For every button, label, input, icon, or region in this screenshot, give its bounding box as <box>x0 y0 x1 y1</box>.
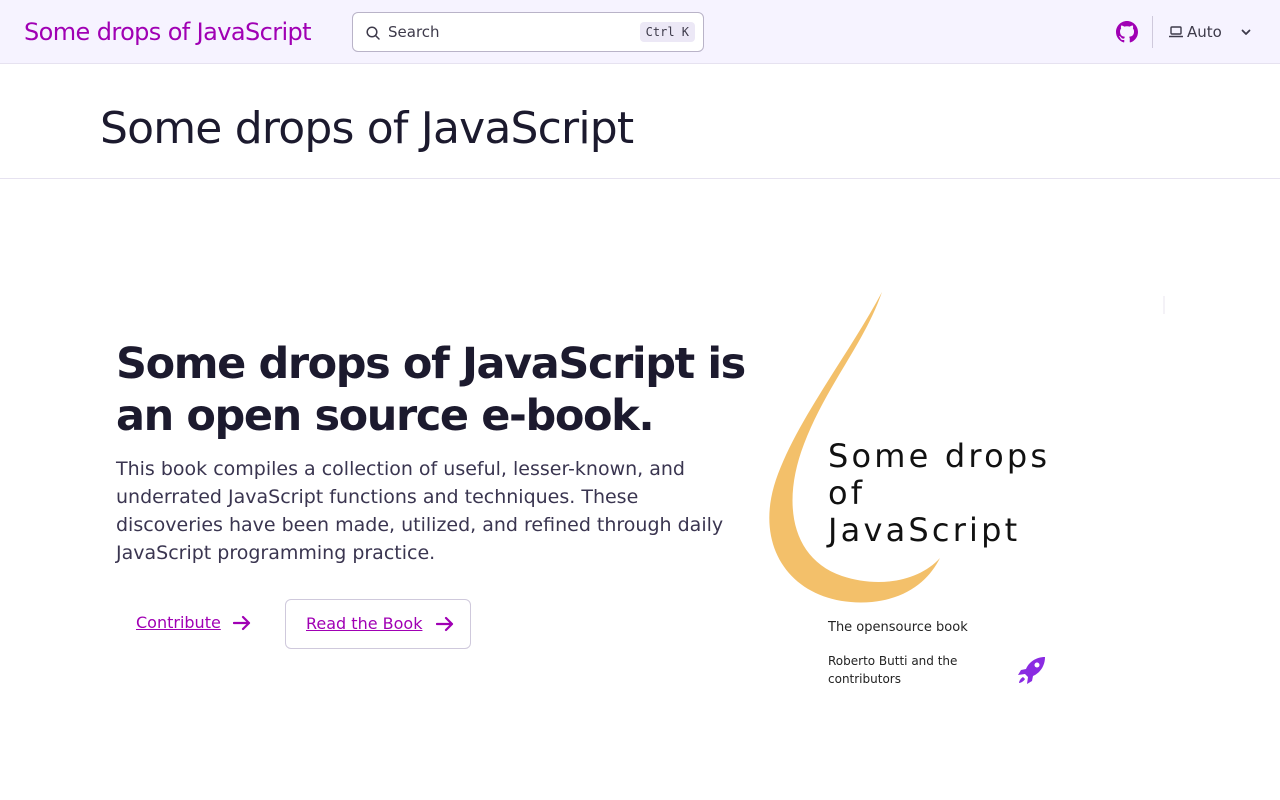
search-icon <box>366 26 380 40</box>
top-navbar: Some drops of JavaScript Search Ctrl K A… <box>0 0 1280 64</box>
contribute-button[interactable]: Contribute <box>116 599 272 649</box>
page-title: Some drops of JavaScript <box>100 103 634 154</box>
arrow-right-icon <box>436 616 454 632</box>
site-title-link[interactable]: Some drops of JavaScript <box>24 14 312 50</box>
search-placeholder: Search <box>388 23 440 41</box>
theme-selector-value: Auto <box>1187 23 1222 41</box>
read-the-book-button-label: Read the Book <box>306 614 423 633</box>
rocket-icon <box>1018 657 1045 684</box>
contribute-button-label: Contribute <box>136 613 221 632</box>
theme-selector[interactable]: Auto <box>1164 16 1260 48</box>
chevron-down-icon <box>1241 29 1251 35</box>
arrow-right-icon <box>233 615 251 631</box>
search-shortcut-hint: Ctrl K <box>639 22 695 42</box>
cover-subtitle: The opensource book <box>828 620 968 635</box>
read-the-book-button[interactable]: Read the Book <box>285 599 471 649</box>
hero-description: This book compiles a collection of usefu… <box>116 458 724 564</box>
github-icon[interactable] <box>1116 21 1138 43</box>
book-cover-image: Some drops of JavaScript The opensource … <box>760 286 1170 696</box>
search-button[interactable]: Search Ctrl K <box>352 12 704 52</box>
laptop-icon <box>1169 26 1183 38</box>
hero-heading: Some drops of JavaScript is an open sour… <box>116 339 746 441</box>
cover-authors: Roberto Butti and the contributors <box>828 654 958 686</box>
header-divider <box>1152 16 1153 48</box>
page-title-band: Some drops of JavaScript <box>0 64 1280 179</box>
cover-title: Some drops of JavaScript <box>828 437 1051 549</box>
